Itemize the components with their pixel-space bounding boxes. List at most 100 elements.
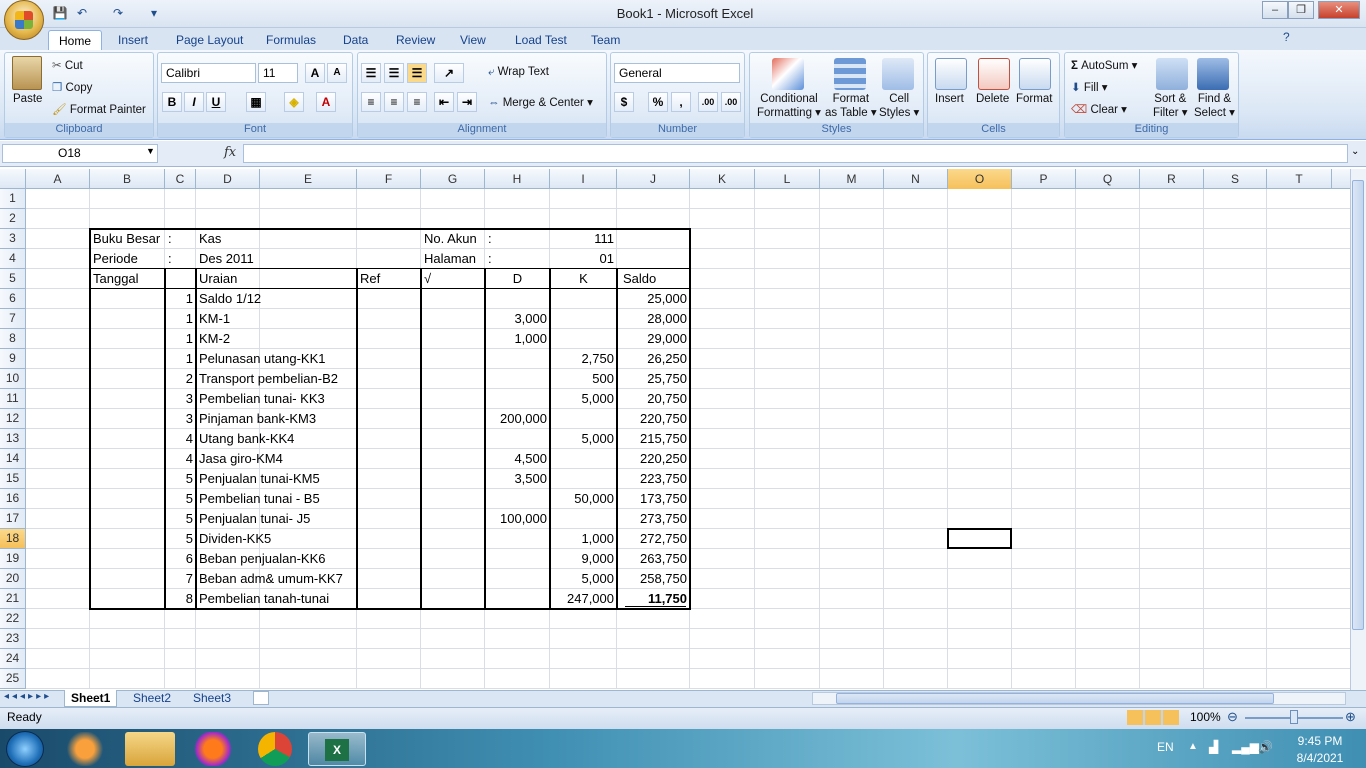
header-check[interactable]: √ — [421, 269, 485, 289]
row-header-13[interactable]: 13 — [0, 429, 26, 449]
insert-cells-button[interactable]: Insert — [935, 93, 964, 105]
row-header-5[interactable]: 5 — [0, 269, 26, 289]
entry-debit[interactable] — [485, 589, 550, 609]
entry-date[interactable]: 4 — [165, 429, 196, 449]
firefox-icon[interactable] — [188, 732, 238, 766]
insert-cells-icon[interactable] — [935, 58, 967, 90]
cell-no-akun[interactable]: No. Akun — [421, 229, 485, 249]
tab-page-layout[interactable]: Page Layout — [166, 30, 253, 50]
cell-h3[interactable]: : — [485, 229, 550, 249]
entry-description[interactable]: Penjualan tunai- J5 — [196, 509, 310, 529]
insert-function-icon[interactable]: fx — [224, 145, 236, 160]
entry-date[interactable]: 2 — [165, 369, 196, 389]
active-cell-o18[interactable] — [947, 528, 1012, 549]
row-header-7[interactable]: 7 — [0, 309, 26, 329]
entry-date[interactable]: 5 — [165, 529, 196, 549]
row-header-9[interactable]: 9 — [0, 349, 26, 369]
network-icon[interactable]: ▟ — [1209, 740, 1218, 754]
row-header-18[interactable]: 18 — [0, 529, 26, 549]
name-box-dropdown-icon[interactable]: ▼ — [146, 146, 155, 156]
tab-review[interactable]: Review — [386, 30, 445, 50]
language-indicator[interactable]: EN — [1157, 740, 1174, 754]
entry-date[interactable]: 8 — [165, 589, 196, 609]
cell-h4[interactable]: : — [485, 249, 550, 269]
format-painter-button[interactable]: 🖌 Format Painter — [52, 102, 146, 116]
save-icon[interactable]: 💾 — [52, 5, 68, 21]
find-select-button[interactable]: Find & Select ▾ — [1194, 93, 1235, 119]
row-header-17[interactable]: 17 — [0, 509, 26, 529]
row-header-20[interactable]: 20 — [0, 569, 26, 589]
entry-kredit[interactable] — [550, 449, 617, 469]
show-hidden-icons[interactable]: ▲ — [1188, 741, 1198, 752]
font-color-icon[interactable]: A — [316, 92, 336, 112]
format-cells-icon[interactable] — [1019, 58, 1051, 90]
fill-button[interactable]: ⬇ Fill ▾ — [1071, 80, 1108, 94]
paste-icon[interactable] — [12, 56, 42, 90]
insert-sheet-icon[interactable] — [253, 691, 269, 705]
zoom-slider-thumb[interactable] — [1290, 710, 1298, 724]
cell-c3[interactable]: : — [165, 229, 196, 249]
entry-debit[interactable]: 3,000 — [485, 309, 550, 329]
cut-button[interactable]: ✂ Cut — [52, 58, 83, 72]
entry-saldo[interactable]: 11,750 — [617, 589, 690, 609]
entry-description[interactable]: Pinjaman bank-KM3 — [196, 409, 316, 429]
entry-date[interactable]: 1 — [165, 309, 196, 329]
cell-buku-besar[interactable]: Buku Besar — [90, 229, 165, 249]
format-cells-button[interactable]: Format — [1016, 93, 1052, 105]
entry-kredit[interactable]: 2,750 — [550, 349, 617, 369]
sort-filter-icon[interactable] — [1156, 58, 1188, 90]
entry-debit[interactable] — [485, 429, 550, 449]
entry-kredit[interactable] — [550, 329, 617, 349]
entry-description[interactable]: Jasa giro-KM4 — [196, 449, 283, 469]
paste-button[interactable]: Paste — [13, 93, 42, 105]
clock-time[interactable]: 9:45 PM — [1290, 734, 1350, 748]
entry-debit[interactable]: 3,500 — [485, 469, 550, 489]
entry-description[interactable]: Beban penjualan-KK6 — [196, 549, 326, 569]
cell-des[interactable]: Des 2011 — [196, 249, 260, 269]
entry-description[interactable]: Pembelian tunai - B5 — [196, 489, 320, 509]
entry-kredit[interactable] — [550, 509, 617, 529]
entry-kredit[interactable]: 50,000 — [550, 489, 617, 509]
sheet-tab-2[interactable]: Sheet2 — [127, 690, 177, 707]
zoom-level[interactable]: 100% — [1190, 710, 1221, 724]
row-header-25[interactable]: 25 — [0, 669, 26, 689]
entry-debit[interactable] — [485, 289, 550, 309]
entry-description[interactable]: Saldo 1/12 — [196, 289, 261, 309]
entry-description[interactable]: KM-2 — [196, 329, 260, 349]
entry-debit[interactable]: 1,000 — [485, 329, 550, 349]
entry-description[interactable]: Pelunasan utang-KK1 — [196, 349, 325, 369]
entry-description[interactable]: Beban adm& umum-KK7 — [196, 569, 343, 589]
name-box[interactable]: O18 — [2, 144, 158, 163]
cell-halaman-value[interactable]: 01 — [550, 249, 617, 269]
entry-saldo[interactable]: 20,750 — [617, 389, 690, 409]
borders-icon[interactable]: ▦ — [246, 92, 266, 112]
entry-kredit[interactable]: 5,000 — [550, 389, 617, 409]
row-header-11[interactable]: 11 — [0, 389, 26, 409]
view-buttons[interactable] — [1127, 710, 1179, 725]
row-header-24[interactable]: 24 — [0, 649, 26, 669]
horizontal-scroll-thumb[interactable] — [836, 693, 1274, 704]
expand-formula-bar-icon[interactable]: ⌄ — [1351, 146, 1359, 157]
decrease-indent-icon[interactable]: ⇤ — [434, 92, 454, 112]
row-header-22[interactable]: 22 — [0, 609, 26, 629]
header-ref[interactable]: Ref — [357, 269, 421, 289]
format-as-table-button[interactable]: Format as Table ▾ — [825, 93, 877, 119]
vertical-scroll-thumb[interactable] — [1352, 180, 1364, 630]
copy-button[interactable]: ❐ Copy — [52, 80, 92, 94]
formula-input[interactable] — [243, 144, 1348, 163]
entry-kredit[interactable]: 5,000 — [550, 429, 617, 449]
entry-debit[interactable] — [485, 369, 550, 389]
entry-saldo[interactable]: 25,000 — [617, 289, 690, 309]
row-header-3[interactable]: 3 — [0, 229, 26, 249]
tab-insert[interactable]: Insert — [108, 30, 158, 50]
row-header-6[interactable]: 6 — [0, 289, 26, 309]
entry-description[interactable]: Dividen-KK5 — [196, 529, 271, 549]
shrink-font-button[interactable]: A — [327, 63, 347, 83]
entry-kredit[interactable]: 9,000 — [550, 549, 617, 569]
row-header-4[interactable]: 4 — [0, 249, 26, 269]
entry-date[interactable]: 7 — [165, 569, 196, 589]
delete-cells-icon[interactable] — [978, 58, 1010, 90]
close-button[interactable]: ✕ — [1318, 1, 1360, 19]
entry-date[interactable]: 4 — [165, 449, 196, 469]
entry-saldo[interactable]: 215,750 — [617, 429, 690, 449]
